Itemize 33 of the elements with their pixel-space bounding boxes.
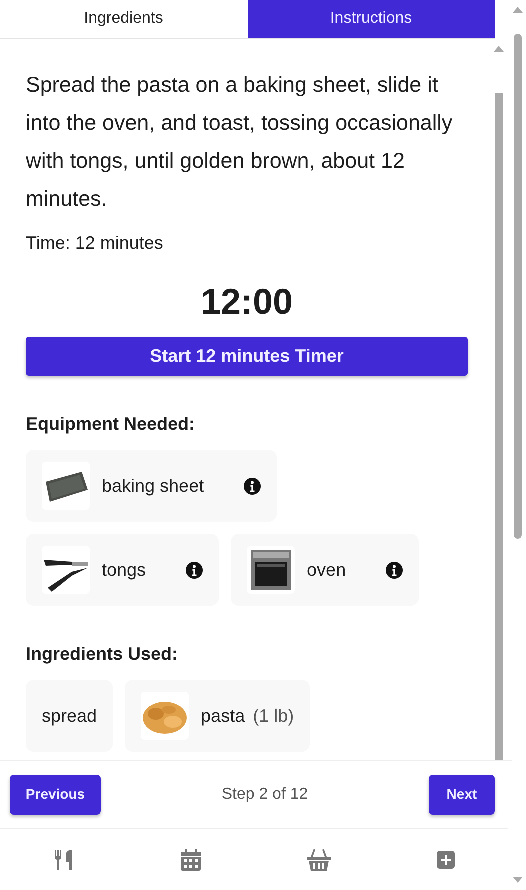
info-icon[interactable] — [186, 562, 204, 578]
utensils-icon[interactable] — [53, 848, 75, 870]
tab[interactable]: Instructions — [248, 0, 495, 38]
equipment-name: oven — [307, 558, 346, 582]
equipment-name: tongs — [102, 558, 146, 582]
step-counter: Step 2 of 12 — [222, 784, 308, 804]
info-icon[interactable] — [244, 478, 262, 494]
calendar-icon[interactable] — [181, 848, 201, 870]
basket-icon[interactable] — [307, 848, 331, 870]
scroll-up-arrow-icon[interactable] — [513, 6, 523, 14]
start-timer-button[interactable]: Start 12 minutes Timer — [26, 337, 468, 376]
instruction-text: Spread the pasta on a baking sheet, slide it into the oven, and toast, tossing occasionally with tongs, until golden brown, about 12 minutes. — [26, 72, 454, 213]
scrollbar-thumb[interactable] — [495, 93, 503, 760]
ingredient-card[interactable]: pasta (1 lb) — [125, 680, 310, 752]
next-button[interactable]: Next — [428, 774, 495, 814]
add-icon[interactable] — [437, 850, 455, 868]
ingredient-card[interactable]: spread — [26, 680, 114, 752]
equipment-card[interactable]: baking sheet — [26, 450, 278, 522]
timer-display: 12:00 — [200, 280, 294, 324]
previous-button[interactable]: Previous — [10, 774, 101, 814]
equipment-card[interactable]: oven — [231, 534, 420, 606]
time-label: Time: 12 minutes — [26, 232, 164, 255]
equipment-name: baking sheet — [102, 474, 204, 498]
ingredient-name: pasta — [201, 704, 246, 728]
info-icon[interactable] — [386, 562, 404, 578]
scrollbar-thumb[interactable] — [514, 34, 522, 539]
ingredient-amount: (1 lb) — [253, 704, 294, 728]
scroll-up-arrow-icon[interactable] — [494, 45, 504, 53]
equipment-card[interactable]: tongs — [26, 534, 220, 606]
scroll-down-arrow-icon[interactable] — [513, 876, 523, 884]
equipment-heading: Equipment Needed: — [26, 413, 196, 436]
ingredients-heading: Ingredients Used: — [26, 643, 180, 666]
ingredient-name: spread — [42, 704, 98, 728]
